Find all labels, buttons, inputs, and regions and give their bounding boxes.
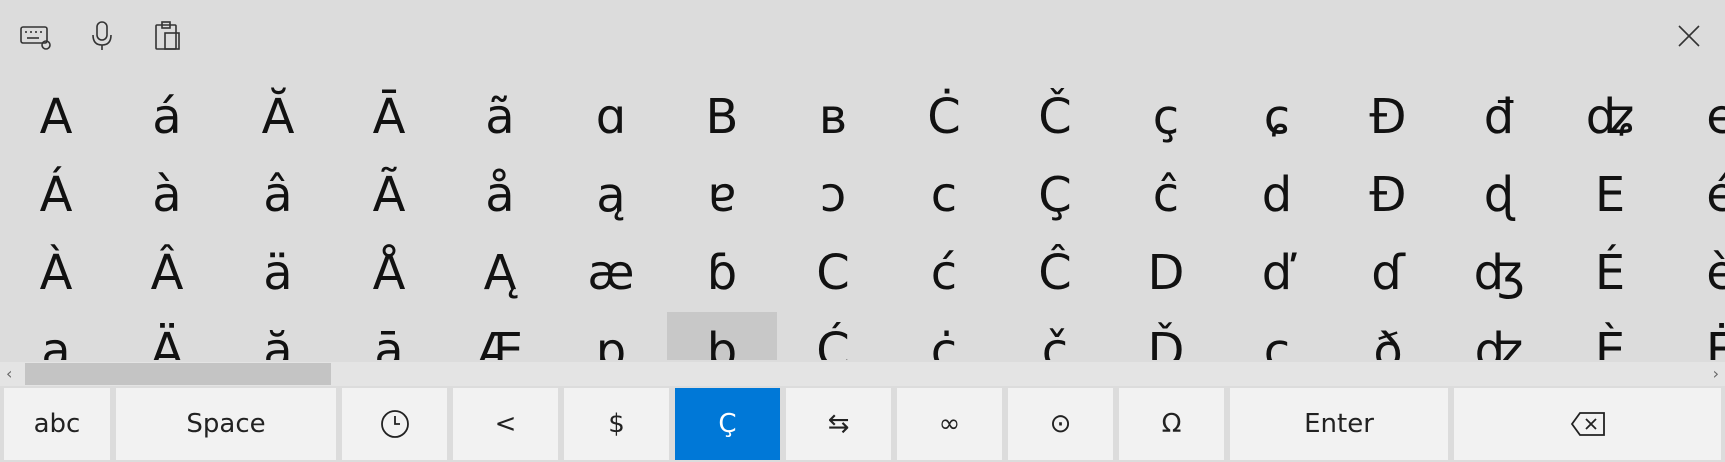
bottom-key-row: abc Space < $ Ç ⇆ ∞ ⊙ Ω Enter [0,388,1725,462]
keyboard-settings-icon[interactable] [14,14,58,58]
symbol-key[interactable]: ɕ [1222,78,1332,156]
symbol-key[interactable]: Ė [1666,312,1725,360]
symbol-key[interactable]: в [778,78,888,156]
symbol-key[interactable]: ɖ [1444,156,1554,234]
symbol-key[interactable]: ă [223,312,333,360]
symbol-key[interactable]: ʣ [1444,312,1554,360]
symbol-key[interactable]: ć [889,234,999,312]
symbol-key[interactable]: Ä [112,312,222,360]
currency-key[interactable]: $ [564,388,669,460]
symbol-key[interactable]: đ [1444,78,1554,156]
circle-symbols-key[interactable]: ⊙ [1008,388,1113,460]
symbol-key[interactable]: ď [1222,234,1332,312]
horizontal-scrollbar[interactable]: ‹ › [0,362,1725,386]
symbol-key[interactable]: D [1111,234,1221,312]
symbol-key[interactable]: Č [1000,78,1110,156]
symbol-key[interactable]: ɐ [667,156,777,234]
symbol-key[interactable]: é [1666,156,1725,234]
symbol-key[interactable]: â [223,156,333,234]
enter-key[interactable]: Enter [1230,388,1448,460]
symbol-key[interactable]: č [1000,312,1110,360]
symbol-key[interactable]: è [1666,234,1725,312]
symbol-key[interactable]: ã [445,78,555,156]
greek-key[interactable]: Ω [1119,388,1224,460]
clipboard-icon[interactable] [146,14,190,58]
symbol-key[interactable]: ç [1222,312,1332,360]
symbol-grid: AÁÀa áàÂÄ Ăâäă ĀÃÅā ãåĄÆɑąæɒ Bɐɓb вɔCĆ Ċcćċ ČÇĈč… [0,78,1725,360]
symbol-key[interactable]: ɗ [1333,234,1443,312]
symbol-key[interactable]: Đ [1333,78,1443,156]
symbol-key[interactable]: Ð [1333,156,1443,234]
symbol-key[interactable]: ɒ [556,312,666,360]
symbol-key[interactable]: a [1,312,111,360]
clock-icon [380,410,409,438]
symbol-key[interactable]: å [445,156,555,234]
space-key[interactable]: Space [116,388,336,460]
symbol-key[interactable]: È [1555,312,1665,360]
symbol-key[interactable]: Á [1,156,111,234]
symbol-key[interactable]: Ą [445,234,555,312]
symbol-key[interactable]: ʥ [1555,78,1665,156]
symbol-key[interactable]: d [1222,156,1332,234]
symbol-key[interactable]: C [778,234,888,312]
symbol-key[interactable]: ā [334,312,444,360]
symbol-key[interactable]: ð [1333,312,1443,360]
scroll-right-icon[interactable]: › [1713,364,1719,383]
recent-key[interactable] [342,388,447,460]
less-than-key[interactable]: < [453,388,558,460]
backspace-icon [1570,412,1605,436]
symbol-key[interactable]: æ [556,234,666,312]
symbol-key[interactable]: ʤ [1444,234,1554,312]
symbol-key[interactable]: ą [556,156,666,234]
symbol-key[interactable]: Ċ [889,78,999,156]
symbol-key[interactable]: b [667,312,777,360]
symbol-key[interactable]: ɑ [556,78,666,156]
symbol-key[interactable]: ä [223,234,333,312]
scrollbar-thumb[interactable] [25,363,331,385]
symbol-key[interactable]: Å [334,234,444,312]
symbol-key[interactable]: B [667,78,777,156]
close-icon[interactable] [1667,14,1711,58]
symbol-key[interactable]: Ă [223,78,333,156]
symbol-key[interactable]: Ć [778,312,888,360]
symbol-key[interactable]: c [889,156,999,234]
abc-key[interactable]: abc [4,388,110,460]
symbol-key[interactable]: Ã [334,156,444,234]
symbol-key[interactable]: Ď [1111,312,1221,360]
symbol-key[interactable]: ɓ [667,234,777,312]
symbol-key[interactable]: É [1555,234,1665,312]
scroll-left-icon[interactable]: ‹ [6,364,12,383]
symbol-key[interactable]: e [1666,78,1725,156]
symbol-key[interactable]: E [1555,156,1665,234]
symbol-key[interactable]: ċ [889,312,999,360]
symbol-key[interactable]: ĉ [1111,156,1221,234]
symbol-key[interactable]: Ĉ [1000,234,1110,312]
symbol-key[interactable]: ç [1111,78,1221,156]
symbol-key[interactable]: Ā [334,78,444,156]
symbol-key[interactable]: á [112,78,222,156]
symbol-key[interactable]: à [112,156,222,234]
symbol-key[interactable]: ɔ [778,156,888,234]
symbol-key[interactable]: A [1,78,111,156]
math-key[interactable]: ∞ [897,388,1002,460]
top-toolbar [0,0,1725,72]
microphone-icon[interactable] [80,14,124,58]
latin-key[interactable]: Ç [675,388,780,460]
arrows-key[interactable]: ⇆ [786,388,891,460]
symbol-key[interactable]: À [1,234,111,312]
symbol-key[interactable]: Ç [1000,156,1110,234]
backspace-key[interactable] [1454,388,1721,460]
symbol-key[interactable]: Æ [445,312,555,360]
symbol-key[interactable]: Â [112,234,222,312]
